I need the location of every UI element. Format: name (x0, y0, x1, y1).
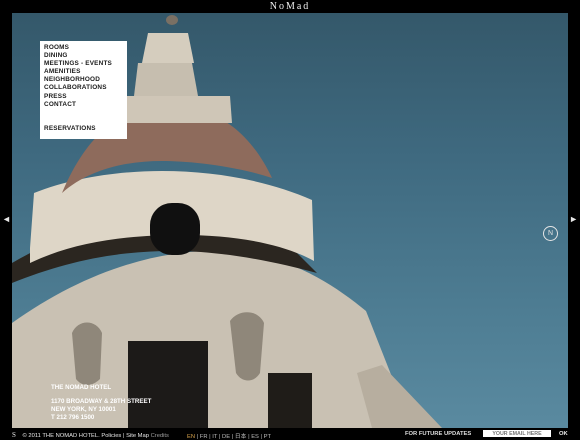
lang-de[interactable]: DE (222, 434, 230, 440)
footer-legal: S © 2011 THE NOMAD HOTEL. Policies | Sit… (12, 431, 169, 439)
newsletter-email-input[interactable] (483, 430, 551, 437)
address-line-2: NEW YORK, NY 10001 (51, 406, 116, 413)
site-map-link[interactable]: Site Map (126, 433, 149, 439)
newsletter-label: FOR FUTURE UPDATES (405, 431, 472, 437)
lang-it[interactable]: IT (212, 434, 217, 440)
address-line-1: 1170 BROADWAY & 28TH STREET (51, 398, 152, 405)
newsletter-ok-button[interactable]: OK (559, 431, 568, 437)
credits-link[interactable]: Credits (151, 433, 169, 439)
top-bar: NoMad (0, 0, 580, 13)
nav-item-amenities[interactable]: AMENITIES (44, 68, 123, 76)
main-navigation-menu: ROOMS DINING MEETINGS - EVENTS AMENITIES… (40, 41, 127, 139)
next-slide-icon[interactable]: ► (569, 214, 578, 224)
footer-bar: S © 2011 THE NOMAD HOTEL. Policies | Sit… (0, 428, 580, 440)
nomad-emblem-icon[interactable]: N (543, 226, 558, 241)
nav-item-collaborations[interactable]: COLLABORATIONS (44, 84, 123, 92)
phone-prefix: T (51, 414, 55, 421)
policies-link[interactable]: Policies (101, 433, 121, 439)
lang-en[interactable]: EN (187, 434, 195, 440)
nav-item-rooms[interactable]: ROOMS (44, 44, 123, 52)
brand-logo[interactable]: NoMad (0, 1, 580, 12)
copyright-text: © 2011 THE NOMAD HOTEL. (22, 433, 100, 439)
reservations-link[interactable]: RESERVATIONS (44, 125, 96, 133)
hero-image: ROOMS DINING MEETINGS - EVENTS AMENITIES… (12, 13, 568, 428)
lang-fr[interactable]: FR (200, 434, 208, 440)
lang-es[interactable]: ES (251, 434, 259, 440)
nav-item-dining[interactable]: DINING (44, 52, 123, 60)
phone-row: T 212 796 1500 (51, 414, 151, 422)
hotel-name: THE NOMAD HOTEL (51, 384, 112, 391)
nav-item-meetings-events[interactable]: MEETINGS - EVENTS (44, 60, 123, 68)
signature-logo-icon: S (12, 431, 16, 439)
nav-item-contact[interactable]: CONTACT (44, 101, 123, 109)
nav-item-neighborhood[interactable]: NEIGHBORHOOD (44, 76, 123, 84)
previous-slide-icon[interactable]: ◄ (2, 214, 11, 224)
phone-number: 212 796 1500 (56, 414, 95, 421)
lang-pt[interactable]: PT (264, 434, 271, 440)
hotel-address-block: THE NOMAD HOTEL 1170 BROADWAY & 28TH STR… (51, 384, 151, 422)
language-selector: EN | FR | IT | DE | 日本 | ES | PT (187, 434, 272, 440)
lang-ja[interactable]: 日本 (235, 434, 247, 440)
nav-item-press[interactable]: PRESS (44, 93, 123, 101)
